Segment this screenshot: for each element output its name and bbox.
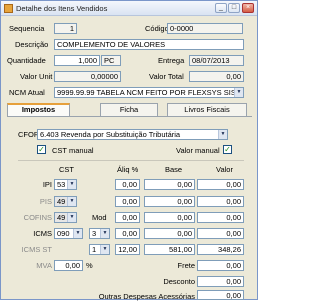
maximize-button[interactable]: □ <box>228 3 240 13</box>
cofins-label: COFINS <box>23 213 52 222</box>
cofins-aliq-field[interactable]: 0,00 <box>115 212 140 223</box>
ncm-select-value: 9999.99.99 TABELA NCM FEITO POR FLEXSYS … <box>57 88 236 97</box>
tab-divider <box>7 116 252 117</box>
pis-label: PIS <box>39 197 52 206</box>
chevron-down-icon: ▼ <box>100 245 109 254</box>
chevron-down-icon: ▼ <box>234 88 243 97</box>
frete-field[interactable]: 0,00 <box>197 260 244 271</box>
cofins-cst-value: 49 <box>57 213 66 222</box>
minimize-button[interactable]: _ <box>215 3 227 13</box>
codigo-label: Código <box>145 24 169 33</box>
desconto-label: Desconto <box>163 277 195 286</box>
cst-header: CST <box>59 165 74 174</box>
desconto-field[interactable]: 0,00 <box>197 276 244 287</box>
sequencia-field: 1 <box>54 23 77 34</box>
ncm-select[interactable]: 9999.99.99 TABELA NCM FEITO POR FLEXSYS … <box>54 87 244 98</box>
valor-total-field: 0,00 <box>189 71 244 82</box>
icms-cst-value: 090 <box>57 229 70 238</box>
mva-label: MVA <box>36 261 52 270</box>
pis-cst-select[interactable]: 49 ▼ <box>54 196 77 207</box>
entrega-field: 08/07/2013 <box>189 55 244 66</box>
pis-cst-value: 49 <box>57 197 66 206</box>
valor-unit-label: Valor Unit <box>20 72 53 81</box>
valor-total-label: Valor Total <box>149 72 184 81</box>
icms-st-label: ICMS ST <box>21 245 52 254</box>
chevron-down-icon: ▼ <box>67 180 76 189</box>
ipi-cst-value: 53 <box>57 180 66 189</box>
icms-st-base-field[interactable]: 581,00 <box>144 244 195 255</box>
entrega-label: Entrega <box>158 56 185 65</box>
separator <box>18 160 244 161</box>
descricao-label: Descrição <box>15 40 49 49</box>
icms-valor-field[interactable]: 0,00 <box>197 228 244 239</box>
ipi-valor-field[interactable]: 0,00 <box>197 179 244 190</box>
aliq-header: Áliq % <box>117 165 139 174</box>
icms-st-valor-field[interactable]: 348,26 <box>197 244 244 255</box>
pis-valor-field[interactable]: 0,00 <box>197 196 244 207</box>
app-icon <box>4 4 13 13</box>
icms-aliq-field[interactable]: 0,00 <box>115 228 140 239</box>
codigo-field: 0-0000 <box>167 23 243 34</box>
chevron-down-icon: ▼ <box>67 213 76 222</box>
valor-manual-checkbox[interactable]: ✓ <box>223 145 232 154</box>
frete-label: Frete <box>177 261 195 270</box>
valor-header: Valor <box>216 165 233 174</box>
close-button[interactable]: × <box>242 3 254 13</box>
ipi-label: IPI <box>42 180 52 189</box>
base-header: Base <box>165 165 183 174</box>
icms-cst-select[interactable]: 090 ▼ <box>54 228 83 239</box>
quantidade-label: Quantidade <box>7 56 46 65</box>
icms-base-field[interactable]: 0,00 <box>144 228 195 239</box>
ncm-label: NCM Atual <box>9 88 45 97</box>
valor-unit-field: 0,00000 <box>54 71 121 82</box>
ipi-base-field[interactable]: 0,00 <box>144 179 195 190</box>
tab-impostos[interactable]: Impostos <box>7 103 70 116</box>
quantidade-field[interactable]: 1,000 <box>54 55 100 66</box>
cofins-valor-field[interactable]: 0,00 <box>197 212 244 223</box>
cst-manual-label: CST manual <box>52 146 94 155</box>
descricao-field[interactable]: COMPLEMENTO DE VALORES <box>54 39 244 50</box>
mod-label: Mod <box>92 213 107 222</box>
ipi-aliq-field[interactable]: 0,00 <box>115 179 140 190</box>
ipi-cst-select[interactable]: 53 ▼ <box>54 179 77 190</box>
item-detail-window: Detalhe dos Itens Vendidos _ □ × Sequenc… <box>0 0 258 301</box>
cfop-select-value: 6.403 Revenda por Substituição Tributári… <box>40 130 181 139</box>
chevron-down-icon: ▼ <box>67 197 76 206</box>
tab-livros-fiscais[interactable]: Livros Fiscais <box>167 103 247 116</box>
mva-unit: % <box>86 261 93 270</box>
outras-despesas-field[interactable]: 0,00 <box>197 290 244 300</box>
icms-st-mod-value: 1 <box>92 245 97 254</box>
cofins-cst-select[interactable]: 49 ▼ <box>54 212 77 223</box>
unidade-field: PC <box>101 55 121 66</box>
mva-field[interactable]: 0,00 <box>54 260 83 271</box>
chevron-down-icon: ▼ <box>73 229 82 238</box>
icms-st-mod-select[interactable]: 1 ▼ <box>89 244 110 255</box>
title-bar[interactable]: Detalhe dos Itens Vendidos _ □ × <box>1 1 257 16</box>
window-title: Detalhe dos Itens Vendidos <box>16 4 108 13</box>
sequencia-label: Sequencia <box>9 24 45 33</box>
cofins-base-field[interactable]: 0,00 <box>144 212 195 223</box>
tab-ficha[interactable]: Ficha <box>100 103 158 116</box>
cfop-label: CFOP <box>18 130 39 139</box>
chevron-down-icon: ▼ <box>218 130 227 139</box>
cfop-select[interactable]: 6.403 Revenda por Substituição Tributári… <box>37 129 228 140</box>
valor-manual-label: Valor manual <box>176 146 220 155</box>
pis-base-field[interactable]: 0,00 <box>144 196 195 207</box>
chevron-down-icon: ▼ <box>100 229 109 238</box>
icms-mod-select[interactable]: 3 ▼ <box>89 228 110 239</box>
cst-manual-checkbox[interactable]: ✓ <box>37 145 46 154</box>
pis-aliq-field[interactable]: 0,00 <box>115 196 140 207</box>
icms-label: ICMS <box>33 229 52 238</box>
icms-st-aliq-field[interactable]: 12,00 <box>115 244 140 255</box>
icms-mod-value: 3 <box>92 229 97 238</box>
